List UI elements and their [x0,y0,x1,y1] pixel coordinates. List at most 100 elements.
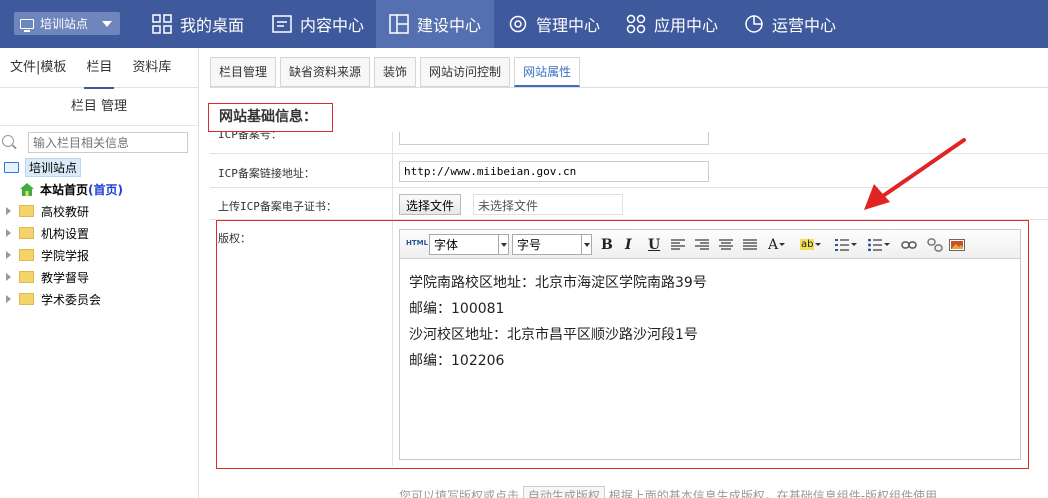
chevron-down-icon [815,242,822,246]
align-left-icon[interactable] [671,236,685,253]
tree-item-folder[interactable]: 学术委员会 [0,288,199,310]
nav-label: 我的桌面 [180,16,245,35]
tab-access-control[interactable]: 网站访问控制 [420,57,511,87]
editor-line: 沙河校区地址：北京市昌平区顺沙路沙河段1号 [409,327,698,343]
caret-down-icon [102,21,112,27]
folder-label: 学院学报 [41,248,90,263]
tree-item-folder[interactable]: 教学督导 [0,266,199,288]
tab-default-source[interactable]: 缺省资料来源 [280,57,371,87]
nav-label: 内容中心 [300,16,365,35]
font-size-select[interactable]: 字号 [512,234,592,255]
folder-label: 学术委员会 [41,292,102,307]
editor-content[interactable]: 学院南路校区地址：北京市海淀区学院南路39号 邮编：100081 沙河校区地址：… [409,270,707,374]
expand-arrow-icon[interactable] [6,273,11,281]
site-selector-label: 培训站点 [40,17,89,31]
nav-label: 管理中心 [536,16,601,35]
nav-build-center[interactable]: 建设中心 [376,0,494,48]
html-mode-button[interactable]: HTML [406,239,428,247]
nav-content-center[interactable]: 内容中心 [272,0,364,48]
folder-label: 高校教研 [41,204,90,219]
font-color-button[interactable]: A [768,236,786,253]
row-separator [392,154,393,187]
tree-home-suffix: (首页) [88,182,123,197]
nav-label: 建设中心 [417,16,482,35]
nav-label: 应用中心 [654,16,719,35]
file-status-text: 未选择文件 [473,194,623,215]
editor-line: 邮编：100081 [409,301,505,317]
tree-item-folder[interactable]: 学院学报 [0,244,199,266]
sidebar-tab-files[interactable]: 文件|模板 [0,48,76,88]
folder-icon [19,293,34,305]
monitor-icon [4,161,19,173]
nav-label: 运营中心 [772,16,837,35]
chevron-down-icon [498,235,508,254]
font-family-value: 字体 [434,238,459,252]
highlight-label: ab [800,239,815,250]
site-selector[interactable]: 培训站点 [14,12,120,35]
tab-column-management[interactable]: 栏目管理 [210,57,277,87]
font-color-label: A [768,236,779,253]
search-icon[interactable] [2,135,14,147]
gear-icon [509,15,527,33]
monitor-icon [20,18,34,32]
nav-admin-center[interactable]: 管理中心 [508,0,600,48]
tree-root[interactable]: 培训站点 [0,156,199,178]
left-sidebar: 文件|模板 栏目 资料库 栏目 管理 培训站点 本站首页 (首页) 高校教研 [0,48,199,498]
sidebar-tabs: 文件|模板 栏目 资料库 [0,48,198,89]
font-family-select[interactable]: 字体 [429,234,509,255]
home-icon [20,182,34,196]
unlink-icon[interactable] [927,236,943,253]
justify-icon[interactable] [743,236,757,253]
unordered-list-icon[interactable] [868,236,890,253]
highlight-button[interactable]: ab [800,236,822,253]
align-center-icon[interactable] [719,236,733,253]
expand-arrow-icon[interactable] [6,229,11,237]
folder-icon [19,227,34,239]
expand-arrow-icon[interactable] [6,251,11,259]
ordered-list-icon[interactable] [835,236,857,253]
icp-cert-label: 上传ICP备案电子证书： [218,200,337,213]
nav-ops-center[interactable]: 运营中心 [744,0,836,48]
sidebar-tab-library[interactable]: 资料库 [122,48,181,88]
font-size-value: 字号 [517,238,542,252]
document-icon [272,15,292,33]
folder-icon [19,249,34,261]
auto-generate-copyright-button[interactable]: 自动生成版权 [522,486,605,498]
editor-line: 邮编：102206 [409,353,505,369]
choose-file-button[interactable]: 选择文件 [399,194,462,215]
tree-item-folder[interactable]: 高校教研 [0,200,199,222]
tree-item-home[interactable]: 本站首页 (首页) [0,178,199,200]
apps-icon [626,14,646,34]
rich-text-editor: HTML 字体 字号 B I U A ab 学院南路校区地址：北京市海淀区学院南… [399,229,1021,460]
tab-divider [210,87,1048,88]
icp-number-input[interactable] [399,132,709,145]
chevron-down-icon [581,235,591,254]
tab-site-properties[interactable]: 网站属性 [514,57,581,87]
sidebar-tab-columns[interactable]: 栏目 [76,48,122,89]
expand-arrow-icon[interactable] [6,295,11,303]
underline-button[interactable]: U [648,236,660,253]
tree-item-folder[interactable]: 机构设置 [0,222,199,244]
folder-icon [19,271,34,283]
italic-button[interactable]: I [625,236,632,253]
icp-link-input[interactable]: http://www.miibeian.gov.cn [399,161,709,182]
expand-arrow-icon[interactable] [6,207,11,215]
nav-app-center[interactable]: 应用中心 [626,0,718,48]
link-icon[interactable] [901,236,917,253]
sidebar-search [0,132,199,154]
tree-root-label: 培训站点 [25,157,82,177]
folder-label: 机构设置 [41,226,90,241]
column-search-input[interactable] [28,132,188,153]
editor-line: 学院南路校区地址：北京市海淀区学院南路39号 [409,275,707,291]
red-arrow-annotation [864,138,966,210]
bold-button[interactable]: B [601,236,613,253]
copyright-help-text: 您可以填写版权或点击 自动生成版权 根据上面的基本信息生成版权，在基础信息组件-… [399,486,937,498]
tab-decoration[interactable]: 装饰 [374,57,417,87]
nav-my-desktop[interactable]: 我的桌面 [152,0,244,48]
section-title: 网站基础信息： [208,103,333,132]
layout-icon [389,14,409,34]
editor-toolbar: HTML 字体 字号 B I U A ab [400,230,1020,259]
sidebar-title: 栏目 管理 [0,88,198,126]
image-icon[interactable] [949,236,965,253]
align-right-icon[interactable] [695,236,709,253]
